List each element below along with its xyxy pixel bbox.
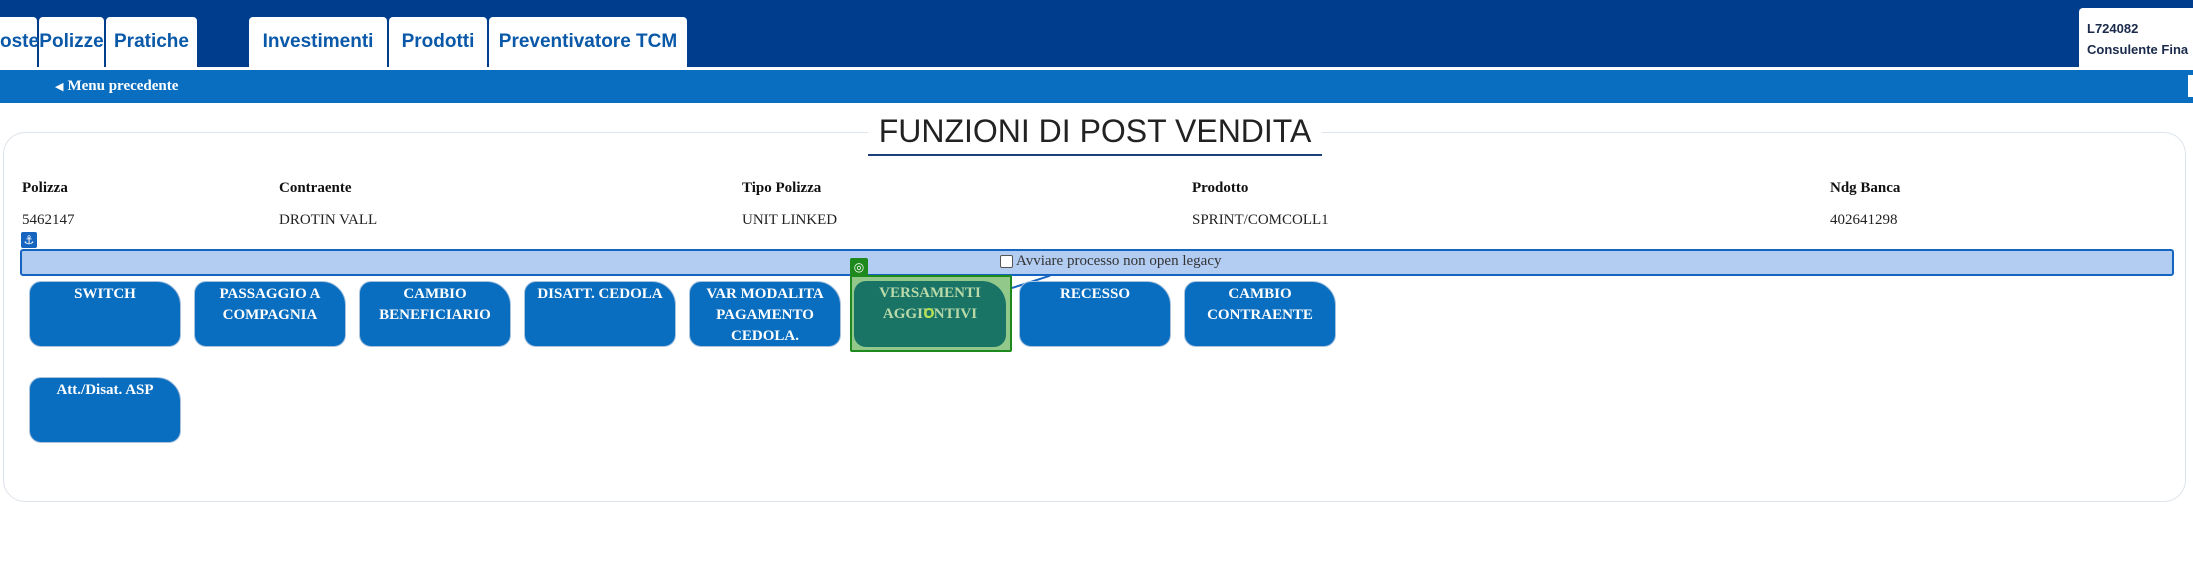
switch-button[interactable]: SWITCH <box>29 281 181 347</box>
legacy-process-checkbox[interactable] <box>1000 255 1013 268</box>
header-polizza: Polizza <box>22 180 68 196</box>
value-prodotto: SPRINT/COMCOLL1 <box>1192 212 1329 228</box>
cambio-beneficiario-button[interactable]: CAMBIO BENEFICIARIO <box>359 281 511 347</box>
anchor-icon[interactable]: ⚓ <box>21 232 37 248</box>
back-link-label: Menu precedente <box>67 78 179 94</box>
tab-investimenti[interactable]: Investimenti <box>249 17 387 67</box>
header-ndg-banca: Ndg Banca <box>1830 180 1901 196</box>
button-label: DISATT. CEDOLA <box>537 286 663 302</box>
header-tipo-polizza: Tipo Polizza <box>742 180 822 196</box>
user-code: L724082 <box>2087 21 2139 36</box>
tab-label: oste <box>0 31 40 52</box>
button-label: VAR MODALITA PAGAMENTO CEDOLA. <box>706 286 824 344</box>
disatt-cedola-button[interactable]: DISATT. CEDOLA <box>524 281 676 347</box>
header-contraente: Contraente <box>279 180 352 196</box>
tab-poste[interactable]: oste <box>0 17 40 67</box>
var-modalita-pagamento-cedola-button[interactable]: VAR MODALITA PAGAMENTO CEDOLA. <box>689 281 841 347</box>
target-icon: ◎ <box>850 258 868 276</box>
button-label: Att./Disat. ASP <box>56 382 154 398</box>
subbar-edge-control[interactable] <box>2188 75 2193 97</box>
button-label: CAMBIO BENEFICIARIO <box>379 286 491 323</box>
recesso-button[interactable]: RECESSO <box>1019 281 1171 347</box>
user-role: Consulente Fina <box>2087 42 2189 57</box>
legacy-process-label: Avviare processo non open legacy <box>1016 253 1222 269</box>
button-label: PASSAGGIO A COMPAGNIA <box>219 286 321 323</box>
value-contraente: DROTIN VALL <box>279 212 378 228</box>
legacy-process-bar: Avviare processo non open legacy <box>20 249 2174 276</box>
button-label: RECESSO <box>1059 286 1131 302</box>
passaggio-a-compagnia-button[interactable]: PASSAGGIO A COMPAGNIA <box>194 281 346 347</box>
tab-label: Prodotti <box>401 31 475 52</box>
chevron-left-icon: ◀ <box>55 81 64 93</box>
value-tipo-polizza: UNIT LINKED <box>742 212 838 228</box>
tab-label: Pratiche <box>114 31 189 52</box>
sub-navigation-bar: ◀ Menu precedente <box>0 70 2193 103</box>
cambio-contraente-button[interactable]: CAMBIO CONTRAENTE <box>1184 281 1336 347</box>
back-link[interactable]: ◀ Menu precedente <box>55 78 178 95</box>
button-label: SWITCH <box>74 286 136 302</box>
top-navigation-bar: oste Polizze Pratiche Investimenti Prodo… <box>0 0 2193 67</box>
att-disat-asp-button[interactable]: Att./Disat. ASP <box>29 377 181 443</box>
tab-label: Polizze <box>39 31 104 52</box>
tab-label: Investimenti <box>262 31 374 52</box>
header-prodotto: Prodotto <box>1192 180 1249 196</box>
user-info: L724082 Consulente Fina <box>2079 8 2193 67</box>
tab-preventivatore-tcm[interactable]: Preventivatore TCM <box>489 17 687 67</box>
button-label: CAMBIO CONTRAENTE <box>1207 286 1313 323</box>
value-polizza: 5462147 <box>22 212 75 228</box>
tab-prodotti[interactable]: Prodotti <box>389 17 487 67</box>
tab-polizze[interactable]: Polizze <box>39 17 104 67</box>
cursor-indicator <box>924 308 934 318</box>
page-title: FUNZIONI DI POST VENDITA <box>868 108 1322 156</box>
tab-pratiche[interactable]: Pratiche <box>106 17 197 67</box>
value-ndg-banca: 402641298 <box>1830 212 1898 228</box>
tab-label: Preventivatore TCM <box>498 31 678 52</box>
